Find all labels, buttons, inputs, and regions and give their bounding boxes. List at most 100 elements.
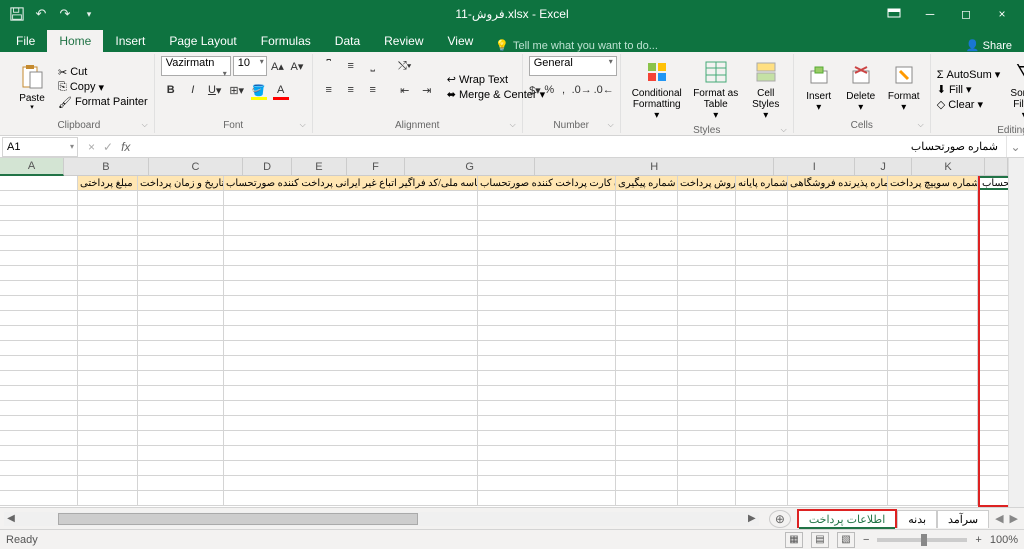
cell-A13[interactable] [978, 356, 1008, 371]
cell-B19[interactable] [888, 446, 978, 461]
cell-H13[interactable] [224, 356, 478, 371]
cell-A7[interactable] [978, 266, 1008, 281]
cell-D14[interactable] [736, 371, 788, 386]
cell-K21[interactable] [0, 476, 78, 491]
cell-D11[interactable] [736, 326, 788, 341]
cell-K9[interactable] [0, 296, 78, 311]
cell-E20[interactable] [678, 461, 736, 476]
cell-A3[interactable] [978, 206, 1008, 221]
cell-B10[interactable] [888, 311, 978, 326]
name-box[interactable]: A1 [2, 137, 78, 157]
cell-J11[interactable] [78, 326, 138, 341]
cell-H15[interactable] [224, 386, 478, 401]
cell-J10[interactable] [78, 311, 138, 326]
format-as-table-button[interactable]: Format as Table▾ [691, 56, 741, 123]
scroll-right-icon[interactable]: ▶ [745, 513, 759, 524]
cell-H3[interactable] [224, 206, 478, 221]
cell-J18[interactable] [78, 431, 138, 446]
cell-J1[interactable]: مبلغ پرداختی [78, 176, 138, 191]
cell-A21[interactable] [978, 476, 1008, 491]
cell-E22[interactable] [678, 491, 736, 506]
cell-F9[interactable] [616, 296, 678, 311]
cell-I15[interactable] [138, 386, 224, 401]
cell-E3[interactable] [678, 206, 736, 221]
sheet-tab-2[interactable]: بدنه [897, 510, 937, 528]
cell-E6[interactable] [678, 251, 736, 266]
qat-dropdown-icon[interactable]: ▾ [80, 5, 98, 23]
cell-D18[interactable] [736, 431, 788, 446]
cell-styles-button[interactable]: Cell Styles▾ [745, 56, 787, 123]
cell-E4[interactable] [678, 221, 736, 236]
cell-D12[interactable] [736, 341, 788, 356]
cell-A18[interactable] [978, 431, 1008, 446]
cell-K4[interactable] [0, 221, 78, 236]
cell-G9[interactable] [478, 296, 616, 311]
cell-A2[interactable] [978, 191, 1008, 206]
cell-F15[interactable] [616, 386, 678, 401]
cell-E15[interactable] [678, 386, 736, 401]
page-layout-view-icon[interactable]: ▤ [811, 532, 829, 548]
cell-F16[interactable] [616, 401, 678, 416]
cell-C8[interactable] [788, 281, 888, 296]
cell-H22[interactable] [224, 491, 478, 506]
cell-F13[interactable] [616, 356, 678, 371]
cell-A1[interactable]: شماره صورتحساب [978, 176, 1008, 190]
cell-C7[interactable] [788, 266, 888, 281]
decrease-decimal-icon[interactable]: .0← [594, 80, 614, 100]
cell-J8[interactable] [78, 281, 138, 296]
cell-J4[interactable] [78, 221, 138, 236]
underline-button[interactable]: U▾ [205, 80, 225, 100]
zoom-level[interactable]: 100% [990, 534, 1018, 546]
maximize-icon[interactable]: ◻ [950, 3, 982, 25]
cell-F11[interactable] [616, 326, 678, 341]
tab-nav-next-icon[interactable]: ▶ [1010, 512, 1018, 525]
cell-C22[interactable] [788, 491, 888, 506]
cell-I11[interactable] [138, 326, 224, 341]
vertical-scrollbar[interactable] [1008, 158, 1024, 507]
cell-I1[interactable]: تاریخ و زمان پرداخت [138, 176, 224, 191]
close-icon[interactable]: × [986, 3, 1018, 25]
cell-G19[interactable] [478, 446, 616, 461]
cell-D13[interactable] [736, 356, 788, 371]
cell-H12[interactable] [224, 341, 478, 356]
cell-F18[interactable] [616, 431, 678, 446]
cell-I14[interactable] [138, 371, 224, 386]
cell-G4[interactable] [478, 221, 616, 236]
decrease-font-icon[interactable]: A▾ [288, 56, 306, 76]
cell-A16[interactable] [978, 401, 1008, 416]
cell-F22[interactable] [616, 491, 678, 506]
cell-J17[interactable] [78, 416, 138, 431]
cell-D16[interactable] [736, 401, 788, 416]
column-header-E[interactable]: E [292, 158, 347, 176]
fx-icon[interactable]: fx [121, 140, 130, 154]
delete-cells-button[interactable]: Delete▾ [842, 56, 880, 118]
cell-B17[interactable] [888, 416, 978, 431]
cell-B22[interactable] [888, 491, 978, 506]
tab-home[interactable]: Home [47, 30, 103, 52]
cell-F5[interactable] [616, 236, 678, 251]
cell-A4[interactable] [978, 221, 1008, 236]
cell-D3[interactable] [736, 206, 788, 221]
ribbon-options-icon[interactable] [878, 3, 910, 25]
select-all-corner[interactable] [985, 158, 1008, 176]
normal-view-icon[interactable]: ▦ [785, 532, 803, 548]
sort-filter-button[interactable]: ᗊSort & Filter▾ [1004, 56, 1024, 123]
zoom-in-icon[interactable]: + [975, 534, 981, 546]
font-size-combo[interactable]: 10 [233, 56, 267, 76]
cell-H5[interactable] [224, 236, 478, 251]
expand-formula-bar-icon[interactable]: ⌄ [1006, 136, 1024, 157]
cell-H16[interactable] [224, 401, 478, 416]
cell-J14[interactable] [78, 371, 138, 386]
cell-D7[interactable] [736, 266, 788, 281]
column-header-J[interactable]: J [855, 158, 912, 176]
cell-D10[interactable] [736, 311, 788, 326]
cell-K20[interactable] [0, 461, 78, 476]
cell-F14[interactable] [616, 371, 678, 386]
cell-E7[interactable] [678, 266, 736, 281]
cell-B21[interactable] [888, 476, 978, 491]
fill-color-button[interactable]: 🪣 [249, 80, 269, 100]
cell-G22[interactable] [478, 491, 616, 506]
cell-C10[interactable] [788, 311, 888, 326]
cell-B11[interactable] [888, 326, 978, 341]
cell-C17[interactable] [788, 416, 888, 431]
